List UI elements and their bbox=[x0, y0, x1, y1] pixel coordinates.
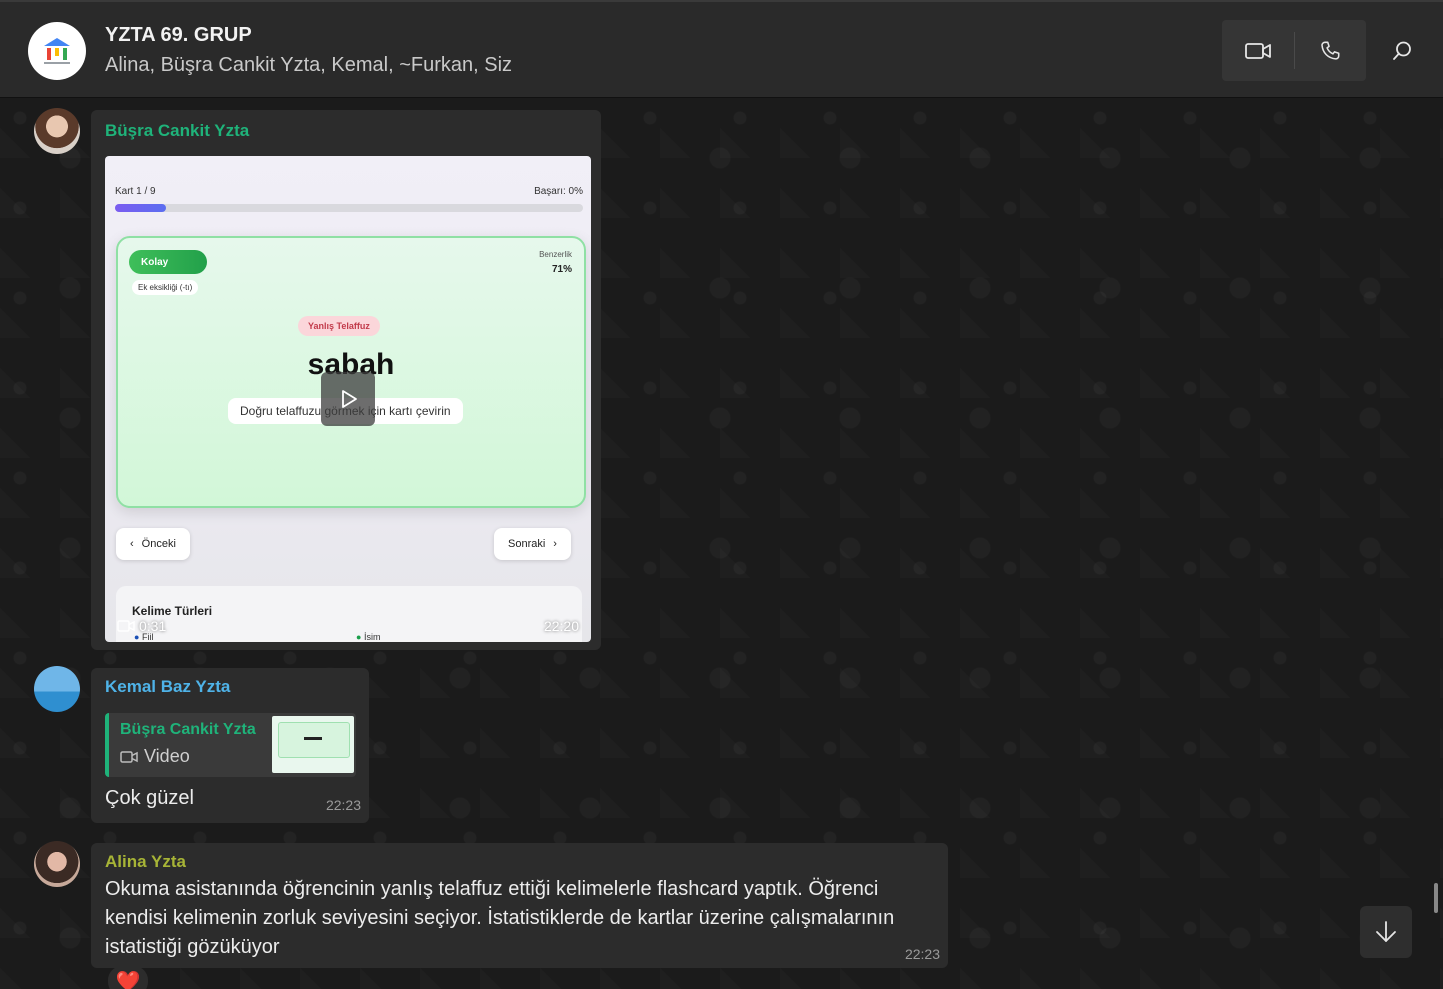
search-icon bbox=[1393, 41, 1411, 60]
card-counter: Kart 1 / 9 bbox=[115, 186, 156, 197]
chat-area[interactable]: Büşra Cankit Yzta Kart 1 / 9 Başarı: 0% … bbox=[0, 98, 1443, 989]
avatar-alina[interactable] bbox=[34, 841, 80, 887]
message-bubble[interactable]: Alina Yzta Okuma asistanında öğrencinin … bbox=[91, 843, 948, 968]
quoted-video-thumbnail bbox=[272, 716, 354, 773]
progress-bar bbox=[115, 204, 583, 212]
difficulty-badge: Kolay bbox=[129, 250, 207, 274]
play-button[interactable] bbox=[321, 372, 375, 426]
call-controls bbox=[1222, 20, 1366, 81]
avatar-kemal[interactable] bbox=[34, 666, 80, 712]
similarity-label: Benzerlik bbox=[539, 250, 572, 259]
video-camera-icon bbox=[120, 750, 138, 763]
error-tag: Ek eksikliği (-tı) bbox=[132, 280, 199, 295]
message-time: 22:23 bbox=[325, 797, 361, 813]
word-types-title: Kelime Türleri bbox=[132, 604, 213, 618]
legend-isim: ● İsim bbox=[356, 632, 381, 642]
message-sender[interactable]: Kemal Baz Yzta bbox=[105, 677, 230, 697]
group-title[interactable]: YZTA 69. GRUP bbox=[105, 24, 252, 47]
message-bubble[interactable]: Büşra Cankit Yzta Kart 1 / 9 Başarı: 0% … bbox=[91, 110, 601, 650]
quoted-type: Video bbox=[120, 746, 190, 767]
video-duration: 0:31 bbox=[117, 618, 166, 634]
quoted-sender: Büşra Cankit Yzta bbox=[120, 721, 256, 738]
message-sender[interactable]: Büşra Cankit Yzta bbox=[105, 121, 249, 141]
avatar-busra[interactable] bbox=[34, 108, 80, 154]
message-time: 22:20 bbox=[543, 618, 579, 634]
message-sender[interactable]: Alina Yzta bbox=[105, 852, 186, 872]
video-camera-icon bbox=[1244, 42, 1271, 59]
next-button: Sonraki › bbox=[494, 528, 571, 560]
voice-call-button[interactable] bbox=[1295, 20, 1367, 81]
chevron-left-icon: ‹ bbox=[130, 538, 134, 550]
quoted-message[interactable]: Büşra Cankit Yzta Video bbox=[105, 713, 356, 777]
play-icon bbox=[342, 390, 357, 408]
message-time: 22:23 bbox=[904, 946, 940, 962]
video-thumbnail[interactable]: Kart 1 / 9 Başarı: 0% Kolay Ek eksikliği… bbox=[105, 156, 591, 642]
word-types-card: Kelime Türleri ● Fiil ● İsim bbox=[116, 586, 582, 642]
progress-fill bbox=[115, 204, 167, 212]
search-button[interactable] bbox=[1383, 32, 1421, 70]
chat-header: YZTA 69. GRUP Alina, Büşra Cankit Yzta, … bbox=[0, 0, 1443, 98]
success-rate: Başarı: 0% bbox=[534, 186, 583, 197]
group-avatar[interactable] bbox=[28, 22, 86, 80]
arrow-down-icon bbox=[1376, 921, 1396, 942]
message-bubble[interactable]: Kemal Baz Yzta Büşra Cankit Yzta Video Ç… bbox=[91, 668, 369, 823]
building-icon bbox=[44, 38, 70, 64]
message-text: Okuma asistanında öğrencinin yanlış tela… bbox=[105, 878, 895, 958]
prev-label: Önceki bbox=[141, 538, 176, 550]
mispronunciation-badge: Yanlış Telaffuz bbox=[298, 316, 380, 336]
scroll-to-bottom-button[interactable] bbox=[1360, 906, 1412, 958]
video-call-button[interactable] bbox=[1222, 20, 1294, 81]
similarity-value: 71% bbox=[551, 264, 572, 275]
phone-icon bbox=[1321, 41, 1340, 60]
message-text: Çok güzel bbox=[105, 787, 194, 809]
video-camera-icon bbox=[117, 620, 135, 632]
prev-button: ‹ Önceki bbox=[116, 528, 190, 560]
chevron-right-icon: › bbox=[553, 538, 557, 550]
reaction-heart[interactable]: ❤️ bbox=[108, 966, 148, 989]
next-label: Sonraki bbox=[508, 538, 546, 550]
scrollbar-thumb[interactable] bbox=[1434, 883, 1438, 913]
group-members[interactable]: Alina, Büşra Cankit Yzta, Kemal, ~Furkan… bbox=[105, 54, 512, 77]
